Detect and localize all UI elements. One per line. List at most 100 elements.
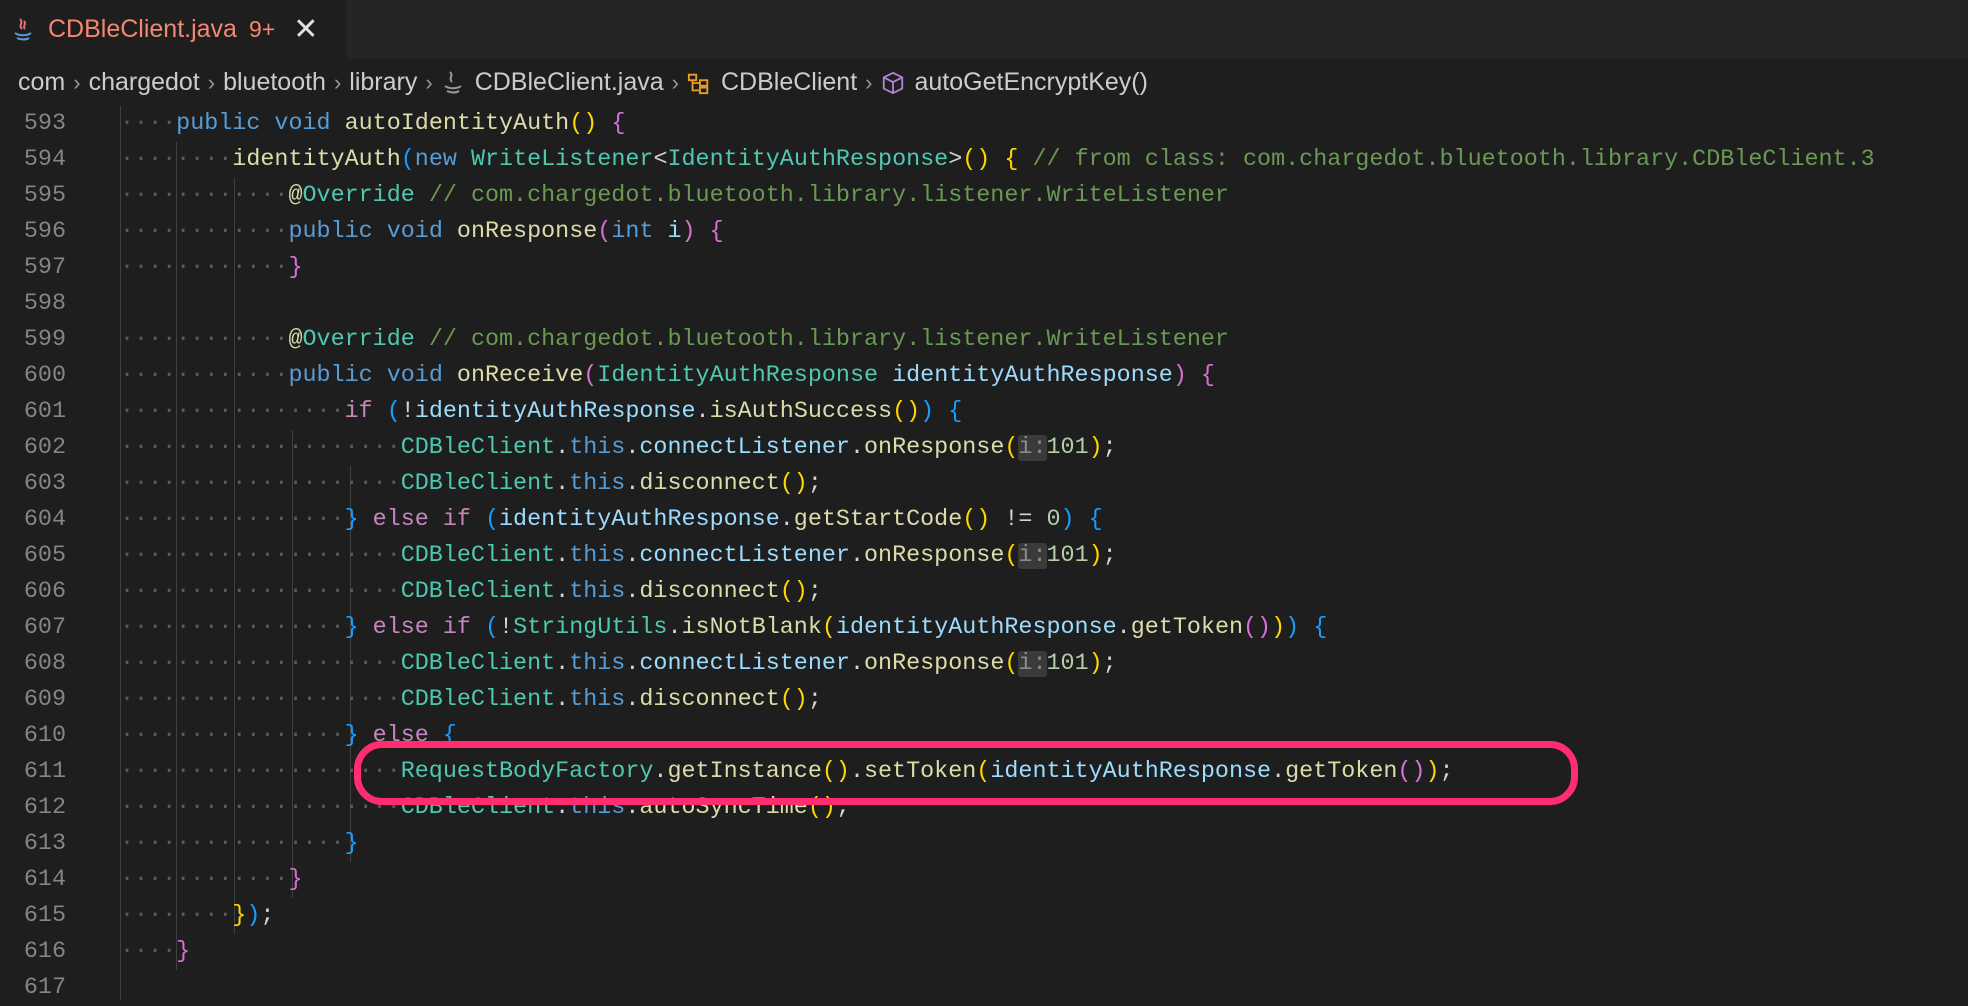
code-line[interactable]: 617 xyxy=(0,970,1968,1006)
code-line[interactable]: 613 ················} xyxy=(0,826,1968,862)
code-token: ; xyxy=(807,687,822,713)
code-line[interactable]: 612 ····················CDBleClient.this.… xyxy=(0,790,1968,826)
code-line[interactable]: 593 ····public void autoIdentityAuth() { xyxy=(0,106,1968,142)
code-line[interactable]: 607 ················} else if (!StringUti… xyxy=(0,610,1968,646)
code-editor[interactable]: 593 ····public void autoIdentityAuth() {5… xyxy=(0,106,1968,1001)
breadcrumb-item-method[interactable]: autoGetEncryptKey() xyxy=(915,68,1148,97)
breadcrumb-item-com[interactable]: com xyxy=(18,68,65,97)
code-line[interactable]: 604 ················} else if (identityAu… xyxy=(0,502,1968,538)
code-token: i: xyxy=(1018,435,1047,461)
method-cube-icon xyxy=(882,71,903,94)
line-number: 611 xyxy=(23,759,66,785)
code-token: () xyxy=(821,759,850,785)
code-token: . xyxy=(555,795,570,821)
code-text: ····} xyxy=(120,934,190,970)
whitespace-dots: ············ xyxy=(120,327,289,353)
code-text: ················} else { xyxy=(120,718,457,754)
code-token: this xyxy=(569,435,626,461)
code-line[interactable]: 615 ········}); xyxy=(0,898,1968,934)
code-token: . xyxy=(555,579,570,605)
code-token: identityAuthResponse xyxy=(835,615,1117,641)
breadcrumb-item-chargedot[interactable]: chargedot xyxy=(89,68,200,97)
code-token: } xyxy=(288,867,303,893)
code-text: ············} xyxy=(120,862,303,898)
code-token: if xyxy=(344,399,387,425)
whitespace-dots: ···················· xyxy=(120,795,401,821)
code-token: i: xyxy=(1018,651,1047,677)
breadcrumb-item-bluetooth[interactable]: bluetooth xyxy=(223,68,326,97)
whitespace-dots: ···················· xyxy=(120,759,401,785)
code-token: WriteListener xyxy=(470,147,654,173)
whitespace-dots: ···················· xyxy=(120,579,401,605)
code-token: CDBleClient xyxy=(400,651,556,677)
code-line[interactable]: 597 ············} xyxy=(0,250,1968,286)
line-number: 614 xyxy=(23,867,66,893)
line-number: 597 xyxy=(23,255,66,281)
code-line[interactable]: 616 ····} xyxy=(0,934,1968,970)
code-token: identityAuthResponse xyxy=(414,399,696,425)
code-text: ················} else if (identityAuthR… xyxy=(120,502,1103,538)
whitespace-dots: ········ xyxy=(120,903,233,929)
code-token: . xyxy=(779,507,794,533)
code-line[interactable]: 608 ····················CDBleClient.this.… xyxy=(0,646,1968,682)
code-line[interactable]: 603 ····················CDBleClient.this.… xyxy=(0,466,1968,502)
code-text: ············public void onResponse(int i… xyxy=(120,214,724,250)
code-text: ····public void autoIdentityAuth() { xyxy=(120,106,625,142)
chevron-right-icon: › xyxy=(865,69,873,95)
code-token: getToken xyxy=(1285,759,1398,785)
code-token: identityAuthResponse xyxy=(892,363,1173,389)
code-line[interactable]: 599 ············@Override // com.chargedo… xyxy=(0,322,1968,358)
code-line[interactable]: 606 ····················CDBleClient.this.… xyxy=(0,574,1968,610)
code-token: IdentityAuthResponse xyxy=(667,147,949,173)
code-token: . xyxy=(849,543,864,569)
code-token: isNotBlank xyxy=(681,615,822,641)
code-token: ! xyxy=(499,615,514,641)
code-line[interactable]: 594 ········identityAuth(new WriteListene… xyxy=(0,142,1968,178)
code-token: identityAuthResponse xyxy=(499,507,780,533)
code-line[interactable]: 601 ················if (!identityAuthResp… xyxy=(0,394,1968,430)
breadcrumb-item-library[interactable]: library xyxy=(349,68,417,97)
code-token: 101 xyxy=(1046,543,1089,569)
code-token: () xyxy=(779,687,808,713)
code-token: . xyxy=(1116,615,1131,641)
code-text: ········identityAuth(new WriteListener<I… xyxy=(120,142,1875,178)
code-line[interactable]: 595 ············@Override // com.chargedo… xyxy=(0,178,1968,214)
code-line[interactable]: 610 ················} else { xyxy=(0,718,1968,754)
code-token: this xyxy=(569,687,626,713)
code-line[interactable]: 598 xyxy=(0,286,1968,322)
code-token: ) { xyxy=(920,399,963,425)
code-token: () { xyxy=(962,147,1019,173)
code-token: ( xyxy=(1004,435,1019,461)
code-token: . xyxy=(667,615,682,641)
tab-cdbleclient-java[interactable]: CDBleClient.java 9+ ✕ xyxy=(0,0,346,59)
code-token: onReceive xyxy=(456,363,584,389)
code-token: identityAuth xyxy=(232,147,401,173)
code-token: ; xyxy=(260,903,275,929)
code-token: else if xyxy=(372,507,485,533)
code-line[interactable]: 596 ············public void onResponse(in… xyxy=(0,214,1968,250)
java-file-icon xyxy=(444,70,462,93)
code-token: else xyxy=(372,723,443,749)
code-token: setToken xyxy=(863,759,977,785)
code-text: ····················CDBleClient.this.con… xyxy=(120,538,1117,574)
code-text: ····················CDBleClient.this.aut… xyxy=(120,790,850,826)
breadcrumb-item-class[interactable]: CDBleClient xyxy=(721,68,857,97)
code-line[interactable]: 611 ····················RequestBodyFactor… xyxy=(0,754,1968,790)
code-token: ) xyxy=(1271,615,1286,641)
chevron-right-icon: › xyxy=(73,69,81,95)
whitespace-dots: ················ xyxy=(120,615,345,641)
close-icon[interactable]: ✕ xyxy=(293,14,318,45)
code-line[interactable]: 605 ····················CDBleClient.this.… xyxy=(0,538,1968,574)
code-line[interactable]: 614 ············} xyxy=(0,862,1968,898)
code-token: this xyxy=(569,471,626,497)
code-line[interactable]: 600 ············public void onReceive(Ide… xyxy=(0,358,1968,394)
code-token: () xyxy=(779,471,808,497)
whitespace-dots: ···················· xyxy=(120,543,401,569)
code-line[interactable]: 609 ····················CDBleClient.this.… xyxy=(0,682,1968,718)
code-token: > xyxy=(948,147,963,173)
code-token: { xyxy=(611,111,626,137)
code-line[interactable]: 602 ····················CDBleClient.this.… xyxy=(0,430,1968,466)
breadcrumb-item-file[interactable]: CDBleClient.java xyxy=(475,68,664,97)
code-token: () xyxy=(779,579,808,605)
line-number: 595 xyxy=(23,183,66,209)
